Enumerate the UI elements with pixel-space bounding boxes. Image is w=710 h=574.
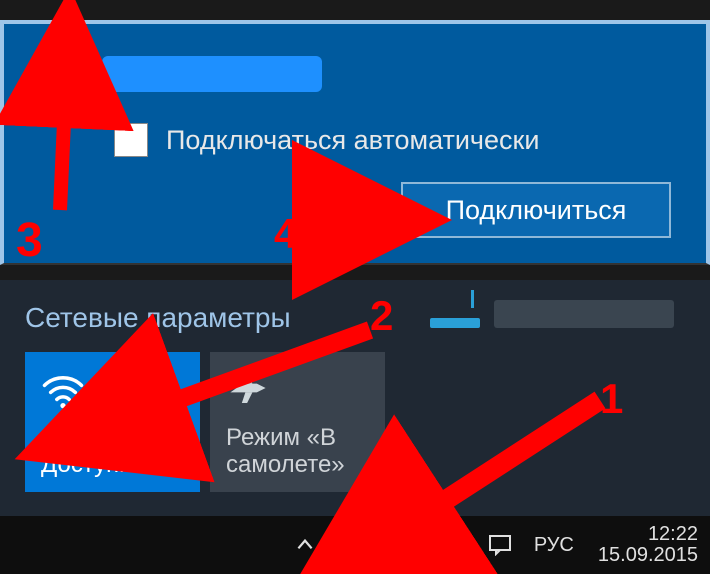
quick-tiles: Доступно Режим «В самолете»: [25, 352, 685, 492]
airplane-icon: [226, 366, 369, 414]
wifi-tile-label: Доступно: [41, 452, 184, 478]
wifi-icon: [41, 366, 184, 414]
airplane-tile-label: Режим «В самолете»: [226, 425, 369, 478]
connect-button[interactable]: Подключиться: [401, 182, 671, 238]
clock[interactable]: 12:22 15.09.2015: [592, 524, 698, 566]
marker-3: 3: [16, 213, 43, 268]
network-name-redacted: [102, 56, 322, 92]
wifi-tile[interactable]: Доступно: [25, 352, 200, 492]
battery-icon[interactable]: [334, 516, 372, 574]
network-tray-icon[interactable]: *: [386, 516, 422, 574]
marker-2: 2: [370, 292, 393, 340]
marker-1: 1: [600, 375, 623, 423]
clock-date: 15.09.2015: [598, 545, 698, 566]
tray-overflow-icon[interactable]: [290, 516, 320, 574]
network-item-row[interactable]: [430, 300, 674, 328]
volume-icon[interactable]: [436, 516, 470, 574]
auto-connect-label: Подключаться автоматически: [166, 125, 539, 156]
network-item-name-redacted: [494, 300, 674, 328]
router-icon: [430, 300, 480, 328]
connect-button-label: Подключиться: [446, 195, 627, 226]
auto-connect-checkbox[interactable]: [114, 123, 148, 157]
network-entry-row[interactable]: [34, 49, 676, 99]
network-flyout-bottom: Сетевые параметры Доступно: [0, 280, 710, 516]
network-flyout-top: Подключаться автоматически Подключиться …: [0, 20, 710, 265]
clock-time: 12:22: [598, 524, 698, 545]
taskbar: * РУС 12:22 15.09.2015: [0, 516, 710, 574]
auto-connect-row[interactable]: Подключаться автоматически: [114, 123, 676, 157]
language-indicator[interactable]: РУС: [530, 516, 578, 574]
marker-4: 4: [274, 210, 297, 258]
action-center-icon[interactable]: [484, 516, 516, 574]
svg-text:*: *: [390, 533, 396, 548]
wifi-icon: [34, 49, 84, 99]
airplane-mode-tile[interactable]: Режим «В самолете»: [210, 352, 385, 492]
